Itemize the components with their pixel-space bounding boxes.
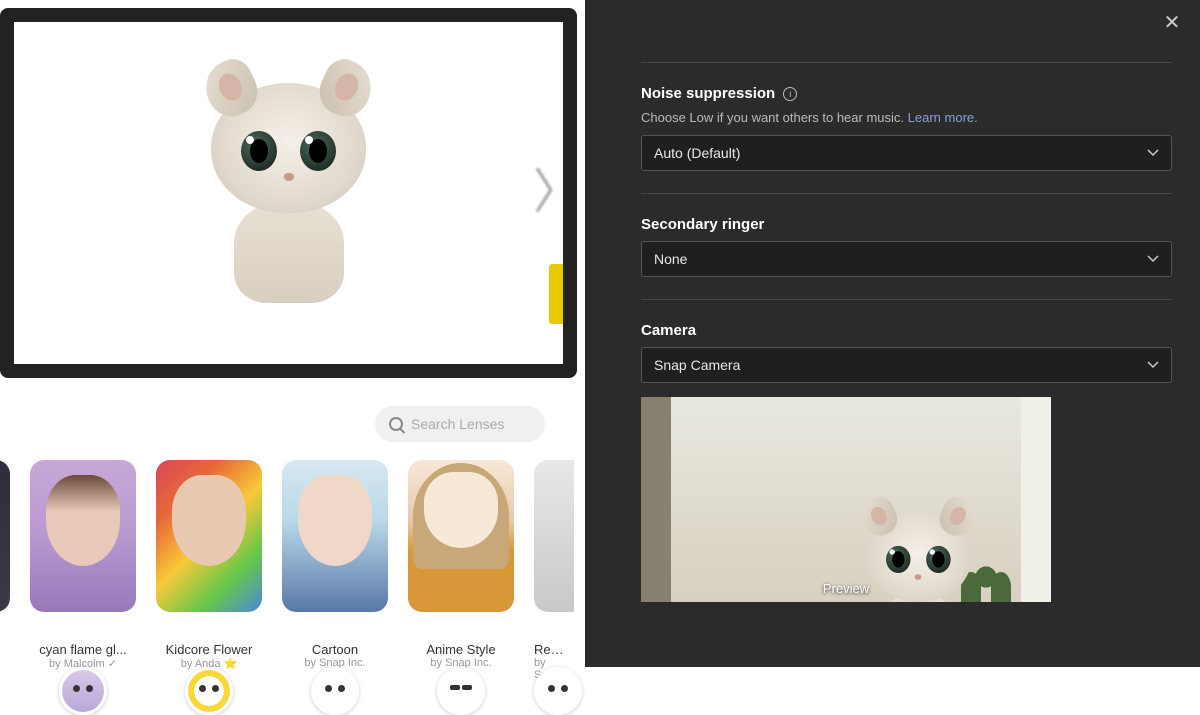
camera-title: Camera: [641, 322, 1172, 339]
lens-title: Kidcore Flower: [156, 642, 262, 657]
divider: [641, 193, 1172, 194]
lens-item[interactable]: Cartoon by Snap Inc.: [282, 460, 388, 693]
lens-carousel: cyan flame gl... by Malcolm ✓ Kidcore Fl…: [0, 460, 585, 693]
lens-title: Cartoon: [282, 642, 388, 657]
chevron-down-icon: [1147, 253, 1159, 265]
chevron-down-icon: [1147, 359, 1159, 371]
teams-settings-panel: ✕ Noise suppression i Choose Low if you …: [585, 0, 1200, 667]
lens-item[interactable]: Remove I... by Snap Inc.: [534, 460, 574, 693]
cat-filter-preview: [199, 83, 379, 303]
chevron-down-icon: [1147, 147, 1159, 159]
close-icon[interactable]: ✕: [1162, 14, 1182, 34]
secondary-ringer-title: Secondary ringer: [641, 216, 1172, 233]
info-icon[interactable]: i: [783, 87, 797, 101]
lens-title: cyan flame gl...: [30, 642, 136, 657]
preview-label: Preview: [641, 575, 1051, 602]
noise-suppression-desc: Choose Low if you want others to hear mu…: [641, 110, 1172, 125]
snap-camera-panel: 〉 Search Lenses cyan flame gl... by Malc…: [0, 0, 585, 667]
search-placeholder: Search Lenses: [411, 416, 504, 432]
lens-item[interactable]: Kidcore Flower by Anda ⭐: [156, 460, 262, 693]
snap-badge: [549, 264, 563, 324]
lens-item[interactable]: cyan flame gl... by Malcolm ✓: [30, 460, 136, 693]
camera-preview: Preview: [641, 397, 1051, 602]
noise-suppression-dropdown[interactable]: Auto (Default): [641, 135, 1172, 171]
search-lenses-input[interactable]: Search Lenses: [375, 406, 545, 442]
camera-preview-frame: 〉: [0, 8, 577, 378]
learn-more-link[interactable]: Learn more.: [908, 110, 978, 125]
lens-item[interactable]: [0, 460, 10, 693]
search-icon: [389, 417, 403, 431]
dropdown-value: None: [654, 251, 687, 267]
lens-title: Remove I...: [534, 642, 574, 657]
lens-item[interactable]: Anime Style by Snap Inc.: [408, 460, 514, 693]
next-arrow-icon[interactable]: 〉: [533, 163, 567, 223]
lens-title: Anime Style: [408, 642, 514, 657]
dropdown-value: Snap Camera: [654, 357, 740, 373]
secondary-ringer-dropdown[interactable]: None: [641, 241, 1172, 277]
divider: [641, 299, 1172, 300]
divider: [641, 62, 1172, 63]
camera-dropdown[interactable]: Snap Camera: [641, 347, 1172, 383]
noise-suppression-title: Noise suppression i: [641, 85, 1172, 102]
dropdown-value: Auto (Default): [654, 145, 740, 161]
